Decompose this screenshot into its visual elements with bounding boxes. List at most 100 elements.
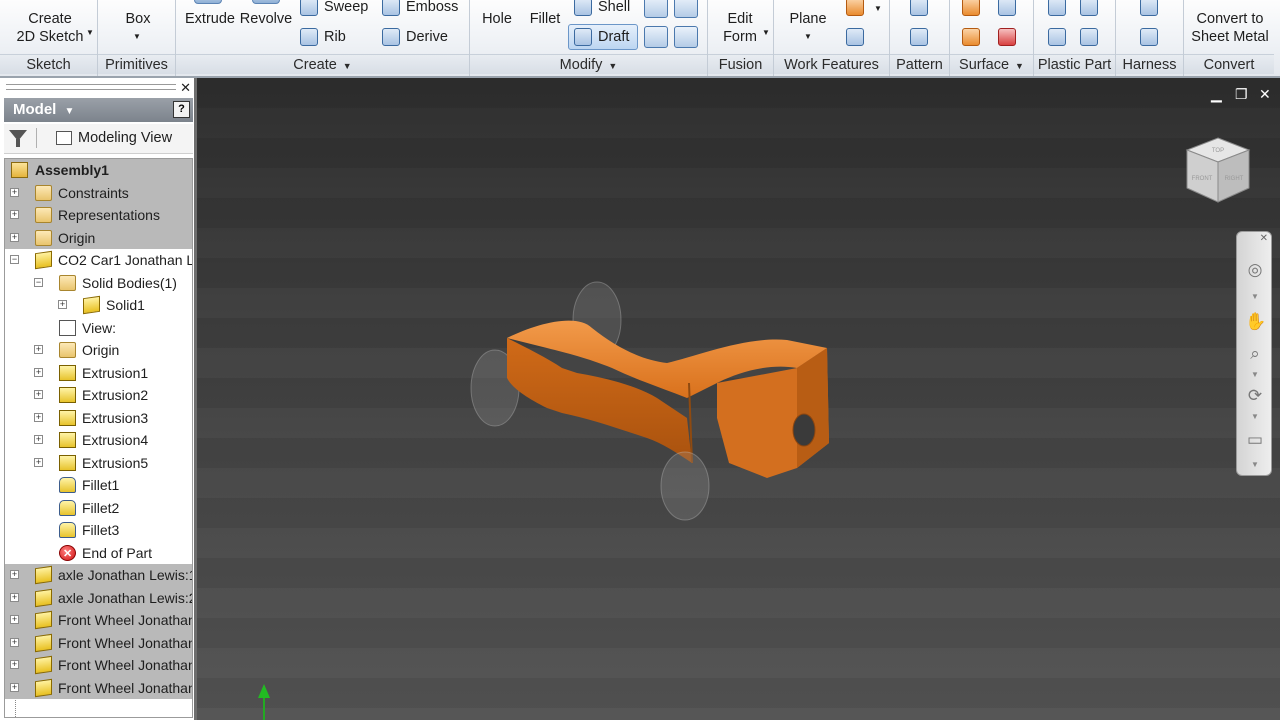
tree-item-axle-2[interactable]: + axle Jonathan Lewis:2 [5,586,192,609]
edit-form-button[interactable]: Edit Form [714,10,766,46]
combine-icon[interactable] [674,0,698,18]
rest-icon[interactable] [1048,28,1066,46]
steering-wheel-icon[interactable]: ◎ [1245,260,1265,280]
tree-item-axle-1[interactable]: + axle Jonathan Lewis:1 [5,564,192,587]
collapse-icon[interactable]: − [34,277,43,287]
tree-item-fillet2[interactable]: Fillet2 [5,496,192,519]
expand-icon[interactable]: + [10,187,19,197]
steering-wheel-dropdown-icon[interactable]: ▼ [1251,292,1259,301]
tree-item-front-wheel-1[interactable]: + Front Wheel Jonathan [5,609,192,632]
pan-icon[interactable]: ✋ [1245,312,1266,332]
boss-icon[interactable] [1080,0,1098,16]
tree-item-assembly[interactable]: Assembly1 [5,159,192,182]
car-body-model[interactable] [467,268,897,528]
thicken-offset-icon[interactable] [962,0,980,16]
snap-fit-icon[interactable] [1080,28,1098,46]
panel-title-create[interactable]: Create ▼ [176,54,469,74]
expand-icon[interactable]: + [10,592,19,602]
expand-icon[interactable]: + [10,660,19,669]
browser-header[interactable]: Model ▼ ? [4,98,193,122]
fillet-button[interactable]: Fillet [524,10,566,28]
create-2d-sketch-button[interactable]: Create 2D Sketch [10,10,90,46]
tree-item-fillet1[interactable]: Fillet1 [5,474,192,497]
ucs-icon[interactable] [846,28,864,46]
point-dropdown-icon[interactable]: ▼ [874,4,882,13]
browser-header-dropdown-icon[interactable]: ▼ [65,106,75,117]
tree-item-part-origin[interactable]: + Origin [5,339,192,362]
tree-item-solid-bodies[interactable]: − Solid Bodies(1) [5,271,192,294]
derive-button[interactable]: Derive [382,26,448,48]
tree-item-extrusion1[interactable]: + Extrusion1 [5,361,192,384]
tree-item-extrusion3[interactable]: + Extrusion3 [5,406,192,429]
restore-icon[interactable]: ❐ [1235,86,1248,103]
emboss-button[interactable]: Emboss [382,0,458,18]
expand-icon[interactable]: + [10,210,19,219]
modeling-view-icon[interactable] [56,131,72,145]
extrude-button[interactable]: Extrude [182,10,238,28]
expand-icon[interactable]: + [10,637,19,647]
trim-icon[interactable] [998,0,1016,16]
browser-grip[interactable] [6,84,176,90]
tree-item-solid1[interactable]: + Solid1 [5,294,192,317]
stitch-icon[interactable] [962,28,980,46]
plane-dropdown-icon[interactable]: ▼ [804,32,812,41]
create-2d-sketch-dropdown-icon[interactable]: ▼ [86,28,94,37]
minimize-icon[interactable]: ▁ [1211,86,1222,103]
sweep-button[interactable]: Sweep [300,0,368,18]
tree-item-origin[interactable]: + Origin [5,226,192,249]
tree-item-extrusion4[interactable]: + Extrusion4 [5,429,192,452]
move-face-icon[interactable] [674,26,698,48]
tree-item-co2-car[interactable]: − CO2 Car1 Jonathan Le [5,249,192,272]
orbit-icon[interactable]: ⟳ [1245,386,1265,406]
tree-item-front-wheel-2[interactable]: + Front Wheel Jonathan [5,631,192,654]
convert-sheet-metal-button[interactable]: Convert to Sheet Metal [1186,10,1274,46]
tree-item-view[interactable]: View: [5,316,192,339]
graphics-viewport[interactable]: ▁ ❐ ✕ TOP FRONT RIGHT ✕ ◎ ▼ ✋ ⌕ ▼ ⟳ ▼ ▭ … [197,78,1280,720]
orbit-dropdown-icon[interactable]: ▼ [1251,412,1259,421]
thicken-icon[interactable] [644,26,668,48]
expand-icon[interactable]: + [10,615,19,624]
box-button[interactable]: Box [118,10,158,28]
expand-icon[interactable]: + [34,412,43,422]
grill-icon[interactable] [1048,0,1066,16]
expand-icon[interactable]: + [34,390,43,399]
revolve-button[interactable]: Revolve [238,10,294,28]
tree-item-representations[interactable]: + Representations [5,204,192,227]
tree-item-fillet3[interactable]: Fillet3 [5,519,192,542]
browser-close-icon[interactable]: ✕ [180,80,191,96]
delete-face-icon[interactable] [998,28,1016,46]
box-dropdown-icon[interactable]: ▼ [133,32,141,41]
close-icon[interactable]: ✕ [1259,86,1271,103]
zoom-icon[interactable]: ⌕ [1245,344,1265,364]
expand-icon[interactable]: + [34,457,43,467]
tree-item-front-wheel-3[interactable]: + Front Wheel Jonathan [5,654,192,677]
draft-button[interactable]: Draft [574,26,629,48]
plane-button[interactable]: Plane [784,10,832,28]
expand-icon[interactable]: + [10,682,19,692]
edit-form-dropdown-icon[interactable]: ▼ [762,28,770,37]
point-icon[interactable] [846,0,864,16]
modeling-view-label[interactable]: Modeling View [78,130,172,146]
tree-item-end-of-part[interactable]: End of Part [5,541,192,564]
filter-icon[interactable] [9,130,27,147]
harness-properties-icon[interactable] [1140,28,1158,46]
browser-titlebar[interactable]: ✕ [4,80,193,96]
expand-icon[interactable]: + [10,232,19,242]
viewcube-icon[interactable]: TOP FRONT RIGHT [1183,136,1253,206]
hole-button[interactable]: Hole [476,10,518,28]
expand-icon[interactable]: + [10,570,19,579]
circular-pattern-icon[interactable] [910,0,928,16]
tree-item-extrusion5[interactable]: + Extrusion5 [5,451,192,474]
look-at-icon[interactable]: ▭ [1245,430,1265,450]
harness-icon[interactable] [1140,0,1158,16]
panel-title-surface[interactable]: Surface ▼ [950,54,1033,74]
split-icon[interactable] [644,0,668,18]
tree-item-constraints[interactable]: + Constraints [5,181,192,204]
tree-item-extrusion2[interactable]: + Extrusion2 [5,384,192,407]
zoom-dropdown-icon[interactable]: ▼ [1251,370,1259,379]
navbar-customize-icon[interactable]: ▼ [1251,460,1259,469]
rib-button[interactable]: Rib [300,26,346,48]
help-icon[interactable]: ? [173,101,190,118]
collapse-icon[interactable]: − [10,255,19,264]
mirror-icon[interactable] [910,28,928,46]
